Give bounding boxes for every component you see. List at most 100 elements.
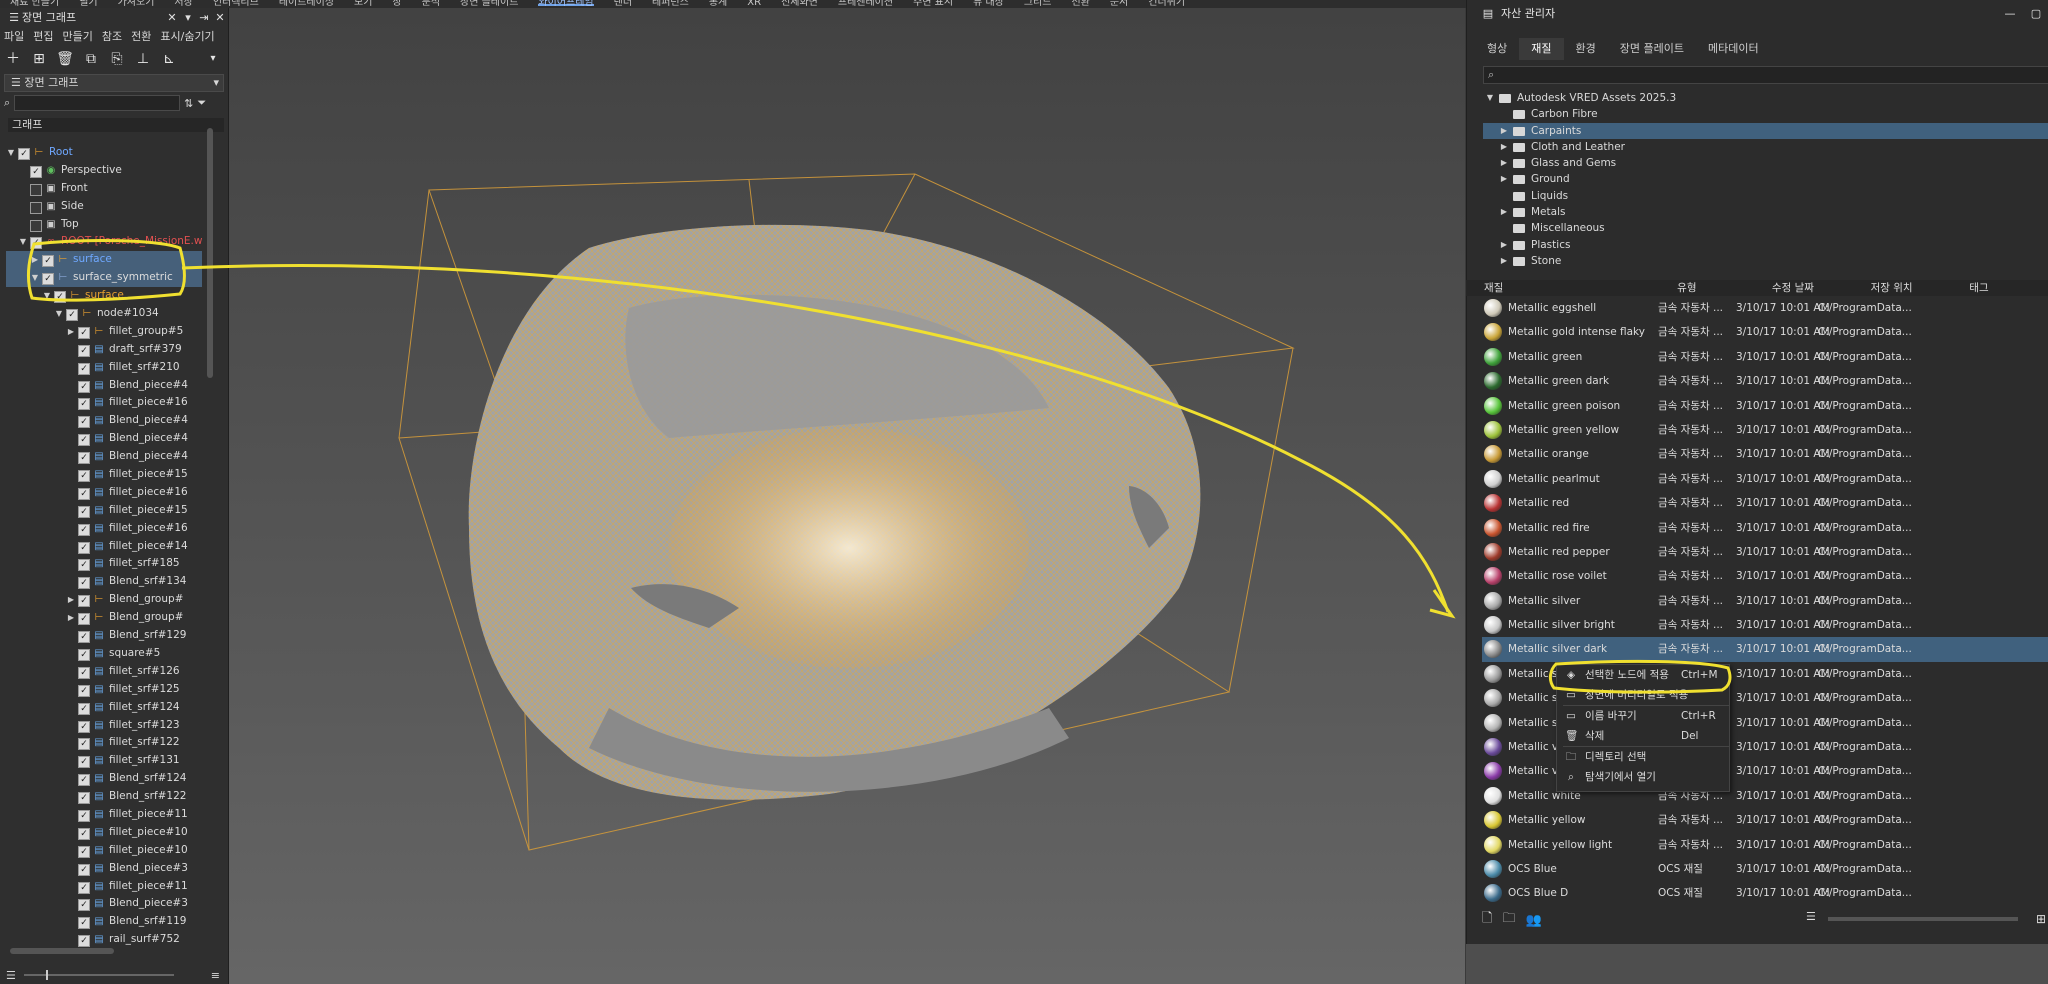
- copy-icon[interactable]: ⎘: [108, 50, 126, 68]
- tree-node[interactable]: ✓ ▤ Blend_srf#124: [6, 770, 202, 788]
- top-menu-item[interactable]: 재료 만들기: [10, 0, 59, 8]
- visibility-checkbox[interactable]: ✓: [78, 398, 90, 411]
- visibility-checkbox[interactable]: ✓: [30, 165, 42, 178]
- users-icon[interactable]: 👥: [1525, 913, 1541, 928]
- dock-arrow-icon[interactable]: ▾: [180, 8, 196, 28]
- top-menu-item[interactable]: 필기: [79, 0, 97, 8]
- material-row[interactable]: Metallic green yellow 금속 자동차 ... 3/10/17 1…: [1482, 418, 2048, 442]
- visibility-checkbox[interactable]: ✓: [54, 291, 66, 304]
- scene-graph-menu-item[interactable]: 표시/숨기기: [160, 28, 214, 46]
- folder-item[interactable]: ▼ Autodesk VRED Assets 2025.3: [1483, 90, 2048, 106]
- column-header[interactable]: 유형: [1659, 280, 1754, 296]
- visibility-checkbox[interactable]: ✓: [78, 344, 90, 357]
- visibility-checkbox[interactable]: ✓: [78, 792, 90, 805]
- collapse-arrow-icon[interactable]: ▼: [54, 305, 64, 323]
- asset-tab[interactable]: 재질: [1519, 38, 1564, 60]
- align-icon[interactable]: ⊾: [160, 50, 178, 68]
- visibility-checkbox[interactable]: ✓: [78, 416, 90, 429]
- tree-node[interactable]: ✓ ▤ fillet_srf#185: [6, 555, 202, 573]
- visibility-checkbox[interactable]: ✓: [30, 219, 42, 232]
- tree-node[interactable]: ✓ ▤ fillet_srf#126: [6, 663, 202, 681]
- asset-tab[interactable]: 환경: [1564, 38, 1608, 60]
- top-menu-item[interactable]: 주변 표시: [913, 0, 953, 8]
- folder-item[interactable]: ▶ Carpaints: [1483, 122, 2048, 139]
- tree-node[interactable]: ▼ ✓ ⊢ surface_symmetric: [6, 269, 202, 288]
- scene-graph-search-input[interactable]: [14, 95, 181, 111]
- visibility-checkbox[interactable]: ✓: [78, 595, 90, 608]
- collapse-arrow-icon[interactable]: ▼: [30, 269, 40, 287]
- visibility-checkbox[interactable]: ✓: [42, 255, 54, 268]
- scene-graph-menu-item[interactable]: 참조: [102, 28, 122, 46]
- expand-arrow-icon[interactable]: ▶: [1499, 155, 1509, 171]
- tree-node[interactable]: ✓ ▤ Blend_srf#122: [6, 788, 202, 806]
- top-menu-item[interactable]: 인터렉티브: [213, 0, 259, 8]
- tree-node[interactable]: ✓ ▤ rail_surf#752: [6, 931, 202, 948]
- tree-node[interactable]: ✓ ▤ fillet_piece#16: [6, 520, 202, 538]
- top-menu-item[interactable]: 프레젠테이션: [838, 0, 893, 8]
- material-row[interactable]: Metallic silver dark 금속 자동차 ... 3/10/17 10…: [1482, 637, 2048, 662]
- list-icon[interactable]: ☰: [6, 969, 16, 982]
- top-menu-item[interactable]: 창: [392, 0, 401, 8]
- tree-node[interactable]: ✓ ◉ Perspective: [6, 162, 202, 180]
- 3d-viewport[interactable]: [229, 8, 1465, 984]
- collapse-arrow-icon[interactable]: ▼: [42, 287, 52, 305]
- visibility-checkbox[interactable]: ✓: [78, 505, 90, 518]
- tree-node[interactable]: ✓ ▤ fillet_piece#11: [6, 878, 202, 896]
- add-node-icon[interactable]: ＋: [4, 50, 22, 68]
- visibility-checkbox[interactable]: ✓: [78, 470, 90, 483]
- context-menu-item[interactable]: ▭ 이름 바꾸기 Ctrl+R: [1557, 706, 1729, 726]
- tree-node[interactable]: ▶ ✓ ⊢ Blend_group#: [6, 591, 202, 609]
- material-row[interactable]: Metallic yellow 금속 자동차 ... 3/10/17 10:01 A…: [1482, 808, 2048, 832]
- tree-node[interactable]: ✓ ▤ square#5: [6, 645, 202, 663]
- tree-node[interactable]: ✓ ▣ Side: [6, 198, 202, 216]
- top-menu-item[interactable]: 장면 플레이트: [460, 0, 518, 8]
- new-file-icon[interactable]: 🗋: [1482, 909, 1492, 931]
- column-header[interactable]: 태그: [1951, 280, 2048, 296]
- visibility-checkbox[interactable]: ✓: [78, 326, 90, 339]
- expand-arrow-icon[interactable]: ▶: [66, 609, 76, 627]
- tree-node[interactable]: ✓ ▤ Blend_piece#4: [6, 377, 202, 395]
- top-menu-item[interactable]: 분석: [422, 0, 440, 8]
- context-menu-item[interactable]: ▭ 장면에 머티리얼로 적용: [1557, 685, 1729, 705]
- top-menu-item[interactable]: 저장: [174, 0, 192, 8]
- tree-node[interactable]: ✓ ▤ fillet_srf#125: [6, 681, 202, 699]
- folder-item[interactable]: ▶ Glass and Gems: [1483, 155, 2048, 171]
- visibility-checkbox[interactable]: ✓: [78, 774, 90, 787]
- visibility-checkbox[interactable]: ✓: [30, 183, 42, 196]
- visibility-checkbox[interactable]: ✓: [78, 684, 90, 697]
- expand-arrow-icon[interactable]: ▶: [1499, 171, 1509, 187]
- visibility-checkbox[interactable]: ✓: [78, 452, 90, 465]
- column-header[interactable]: 수정 날짜: [1754, 280, 1853, 296]
- tree-horizontal-scrollbar[interactable]: [10, 948, 114, 954]
- close-panel-icon[interactable]: ✕: [212, 8, 228, 28]
- visibility-checkbox[interactable]: ✓: [30, 237, 42, 250]
- material-row[interactable]: OCS Blue D OCS 재질 3/10/17 10:01 AM C:/Progr…: [1482, 881, 2048, 904]
- material-row[interactable]: OCS Blue OCS 재질 3/10/17 10:01 AM C:/Program…: [1482, 857, 2048, 881]
- filter-icon[interactable]: ⏷: [197, 96, 206, 110]
- visibility-checkbox[interactable]: ✓: [66, 309, 78, 322]
- collapse-arrow-icon[interactable]: ▼: [6, 144, 16, 162]
- tree-node[interactable]: ✓ ▤ fillet_srf#210: [6, 359, 202, 377]
- top-menu-item[interactable]: 그리드: [1024, 0, 1052, 8]
- tree-node[interactable]: ▶ ✓ ⊢ fillet_group#5: [6, 323, 202, 341]
- visibility-checkbox[interactable]: ✓: [78, 523, 90, 536]
- details-icon[interactable]: ≡: [211, 969, 220, 982]
- expand-arrow-icon[interactable]: ▶: [1499, 237, 1509, 253]
- context-menu-item[interactable]: ◈ 선택한 노드에 적용 Ctrl+M: [1557, 665, 1729, 685]
- material-row[interactable]: Metallic green poison 금속 자동차 ... 3/10/17 1…: [1482, 394, 2048, 418]
- tree-node[interactable]: ▼ ✓ ⊢ surface: [6, 287, 202, 305]
- tree-node[interactable]: ✓ ▤ Blend_srf#134: [6, 573, 202, 591]
- expand-arrow-icon[interactable]: ▶: [30, 251, 40, 269]
- minimize-icon[interactable]: —: [1997, 0, 2023, 28]
- top-menu-item[interactable]: 전환: [1071, 0, 1089, 8]
- material-row[interactable]: Metallic green 금속 자동차 ... 3/10/17 10:01 AM…: [1482, 345, 2048, 369]
- expand-arrow-icon[interactable]: ▶: [1499, 253, 1509, 268]
- tree-node[interactable]: ✓ ▤ fillet_srf#131: [6, 752, 202, 770]
- collapse-arrow-icon[interactable]: ▼: [18, 233, 28, 251]
- tree-node[interactable]: ✓ ▤ Blend_srf#119: [6, 913, 202, 931]
- folder-item[interactable]: ▶ Metals: [1483, 204, 2048, 220]
- material-row[interactable]: Metallic red fire 금속 자동차 ... 3/10/17 10:01…: [1482, 516, 2048, 540]
- visibility-checkbox[interactable]: ✓: [78, 577, 90, 590]
- material-row[interactable]: Metallic green dark 금속 자동차 ... 3/10/17 10:…: [1482, 369, 2048, 393]
- maximize-icon[interactable]: ▢: [2023, 0, 2048, 28]
